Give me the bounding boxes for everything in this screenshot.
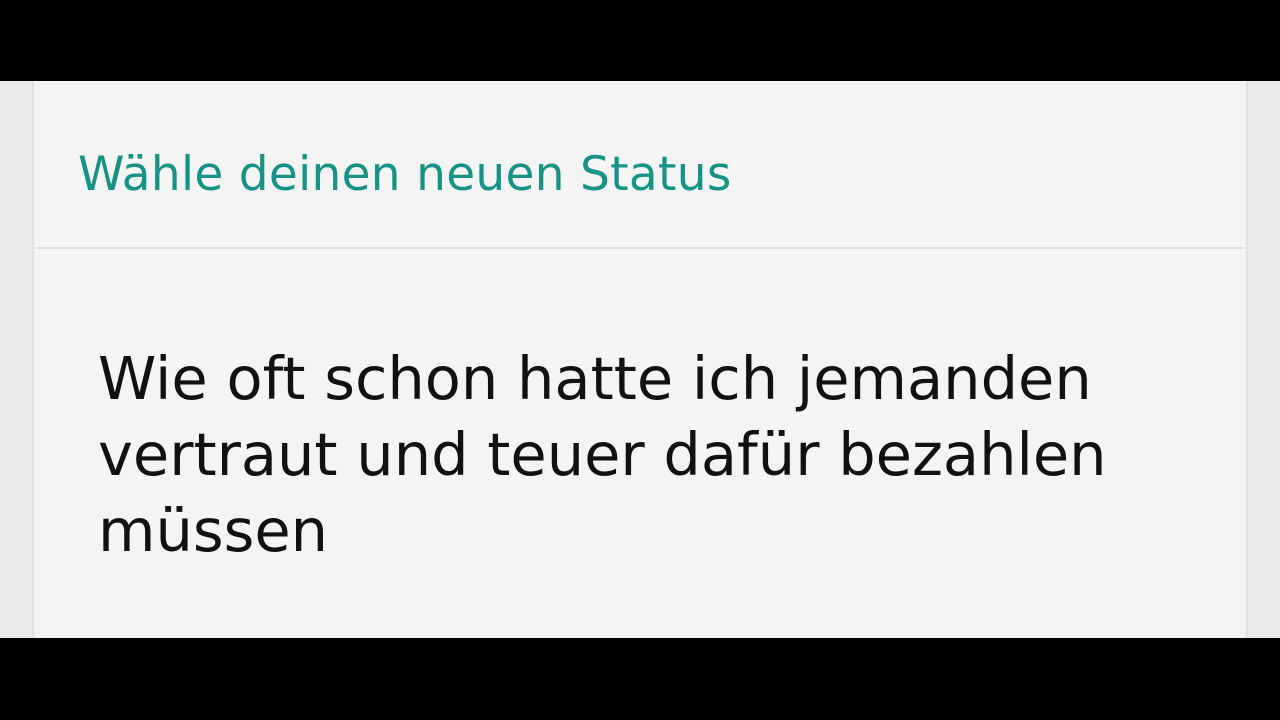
letterbox-top [0, 0, 1280, 81]
letterbox-bottom [0, 638, 1280, 720]
dialog-title: Wähle deinen neuen Status [78, 147, 732, 202]
status-picker-dialog: Wähle deinen neuen Status Wie oft schon … [34, 81, 1246, 638]
status-option[interactable]: Wie oft schon hatte ich jemanden vertrau… [98, 341, 1178, 569]
status-list: Wie oft schon hatte ich jemanden vertrau… [34, 249, 1246, 638]
app-screen: Wähle deinen neuen Status Wie oft schon … [0, 81, 1280, 638]
dialog-header: Wähle deinen neuen Status [34, 81, 1246, 247]
